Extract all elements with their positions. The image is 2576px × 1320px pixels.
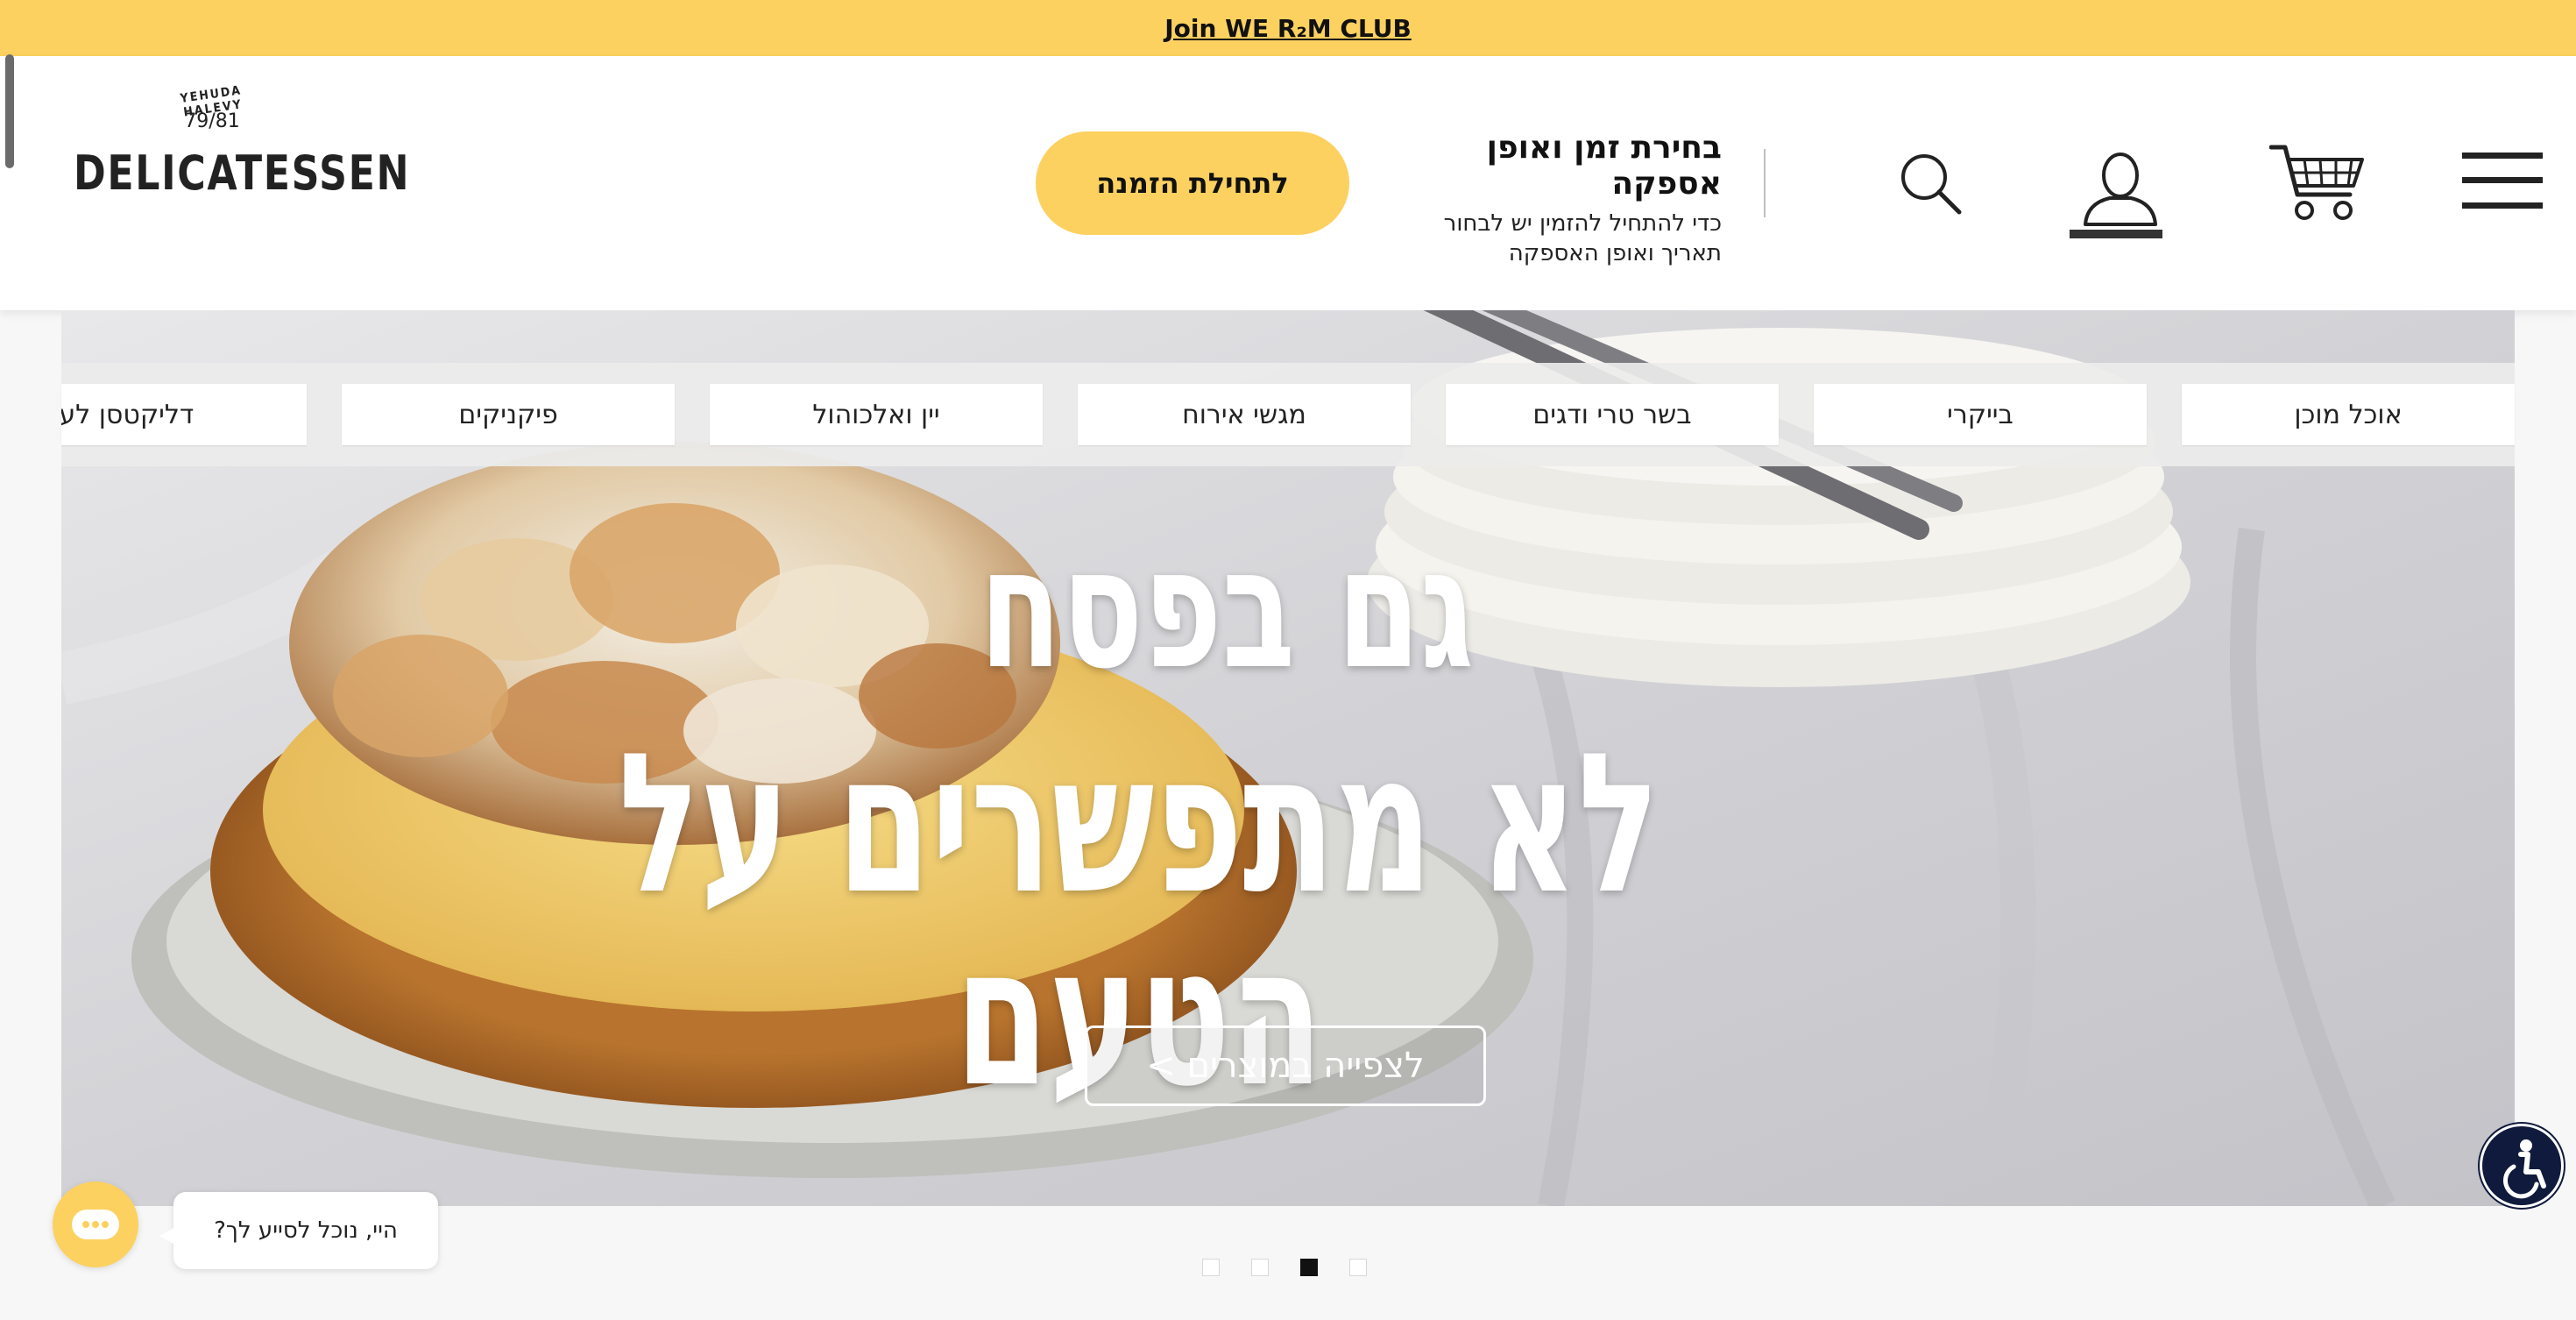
delivery-info[interactable]: בחירת זמן ואופן אספקה כדי להתחיל להזמין … — [1367, 130, 1722, 268]
slider-dot-1[interactable] — [1202, 1259, 1220, 1276]
chat-greeting[interactable]: היי, נוכל לסייע לך? — [159, 1192, 438, 1269]
category-picnics[interactable]: פיקניקים — [342, 384, 675, 445]
category-platters[interactable]: מגשי אירוח — [1078, 384, 1411, 445]
scrollbar-thumb[interactable] — [5, 54, 14, 168]
cart-icon[interactable] — [2269, 142, 2366, 223]
delivery-line-1: כדי להתחיל להזמין יש לבחור — [1443, 210, 1722, 237]
hero-headline-line-1: גם בפסח — [979, 512, 1475, 706]
delivery-line-2: תאריך ואופן האספקה — [1508, 240, 1722, 266]
chat-icon — [72, 1210, 119, 1239]
category-business[interactable]: דליקטסן לעסקים — [61, 384, 307, 445]
search-icon[interactable] — [1898, 151, 1963, 216]
header-divider — [1764, 149, 1766, 217]
view-products-button[interactable]: לצפייה במוצרים > — [1085, 1025, 1486, 1106]
slider-dot-4[interactable] — [1349, 1259, 1367, 1276]
delivery-title: בחירת זמן ואופן אספקה — [1486, 130, 1722, 202]
accessibility-icon — [2503, 1139, 2546, 1199]
slider-dot-2[interactable] — [1251, 1259, 1269, 1276]
category-bakery[interactable]: בייקרי — [1814, 384, 2147, 445]
hamburger-menu-icon[interactable] — [2462, 149, 2543, 212]
user-active-underline — [2070, 230, 2162, 238]
logo-wordmark: DELICATESSEN — [74, 145, 411, 201]
logo-number: 79/81 — [184, 110, 240, 132]
slider-dots — [1202, 1259, 1367, 1280]
category-ready-food[interactable]: אוכל מוכן — [2182, 384, 2515, 445]
category-meat-fish[interactable]: בשר טרי ודגים — [1446, 384, 1779, 445]
start-order-button[interactable]: לתחילת הזמנה — [1036, 131, 1349, 235]
chat-launcher-button[interactable] — [53, 1182, 138, 1267]
accessibility-button[interactable] — [2480, 1124, 2564, 1208]
category-wine-alcohol[interactable]: יין ואלכוהול — [710, 384, 1043, 445]
category-business-label: דליקטסן לעסקים — [61, 399, 195, 430]
user-icon[interactable] — [2078, 145, 2162, 230]
club-link[interactable]: Join WE R₂M CLUB — [1164, 14, 1412, 43]
site-logo[interactable]: YEHUDA HALEVY 79/81 DELICATESSEN — [74, 83, 411, 207]
slider-dot-3[interactable] — [1300, 1259, 1318, 1276]
promo-bar: Join WE R₂M CLUB — [0, 0, 2576, 56]
